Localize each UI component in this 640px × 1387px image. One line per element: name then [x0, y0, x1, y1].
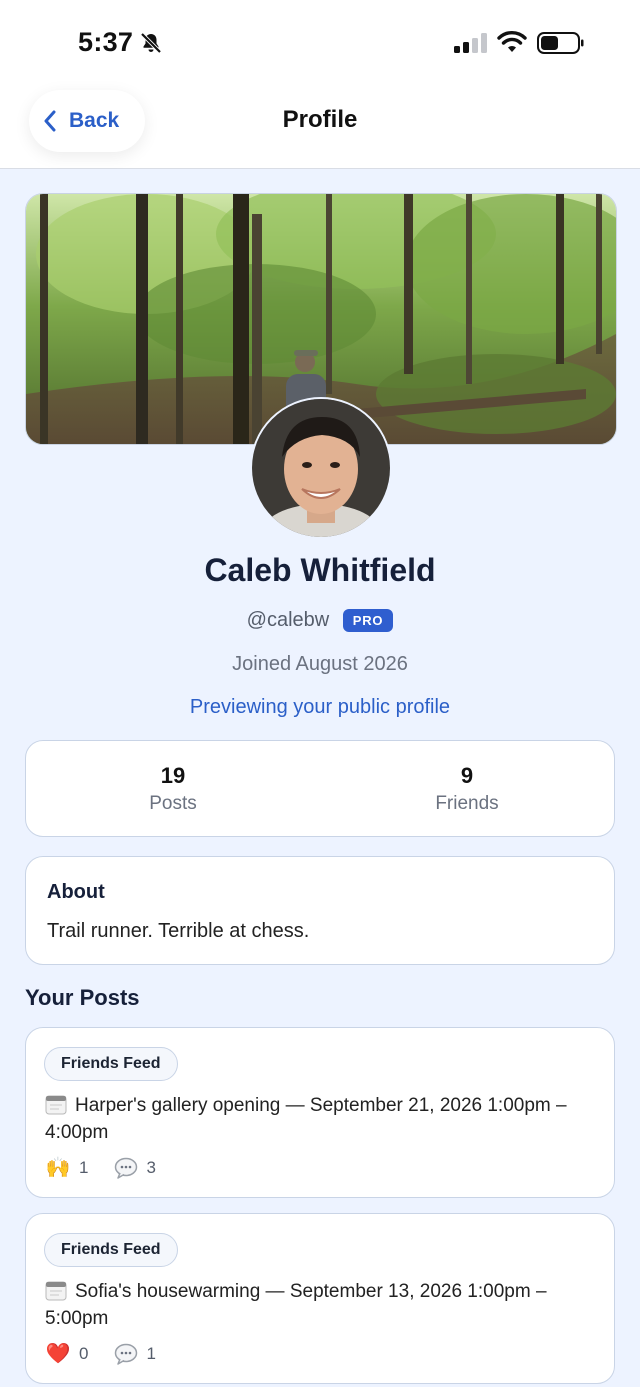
reaction-count: 0 — [79, 1343, 89, 1363]
post-card[interactable]: Friends Feed Sofia's housewarming — Sept… — [25, 1213, 615, 1384]
bell-muted-icon — [140, 32, 162, 54]
about-text: Trail runner. Terrible at chess. — [47, 920, 310, 942]
profile-name: Caleb Whitfield — [204, 552, 436, 588]
profile-handle: @calebw — [246, 609, 330, 632]
feed-chip[interactable]: Friends Feed — [44, 1047, 178, 1081]
pro-badge: PRO — [342, 609, 394, 633]
comment-count: 3 — [146, 1157, 156, 1177]
about-title: About — [47, 881, 105, 903]
calendar-icon — [45, 1095, 67, 1115]
stat-posts-value: 19 — [160, 763, 186, 788]
comment-count: 1 — [146, 1343, 156, 1363]
battery-icon — [537, 32, 584, 54]
stat-friends[interactable]: 9 Friends — [320, 763, 614, 815]
stat-posts[interactable]: 19 Posts — [26, 763, 320, 815]
heart-icon[interactable]: ❤️ — [45, 1341, 71, 1366]
stats-card: 19 Posts 9 Friends — [25, 740, 615, 837]
reaction-count: 1 — [79, 1157, 89, 1177]
calendar-icon — [45, 1281, 67, 1301]
wifi-icon — [497, 31, 527, 52]
post-text: Sofia's housewarming — September 13, 202… — [45, 1278, 595, 1332]
stat-friends-value: 9 — [460, 763, 474, 788]
cellular-signal-icon — [454, 33, 487, 53]
raised-hands-icon[interactable]: 🙌 — [45, 1155, 71, 1180]
page-title: Profile — [282, 106, 358, 133]
stat-friends-label: Friends — [435, 793, 499, 814]
joined-date: Joined August 2026 — [232, 653, 408, 675]
about-card: About Trail runner. Terrible at chess. — [25, 856, 615, 965]
post-reactions: 🙌 1 3 — [45, 1155, 182, 1180]
avatar — [250, 397, 392, 539]
your-posts-heading: Your Posts — [25, 985, 140, 1010]
post-text: Harper's gallery opening — September 21,… — [45, 1092, 595, 1146]
nav-bar: Back Profile — [0, 88, 640, 169]
post-text-content: Sofia's housewarming — September 13, 202… — [45, 1281, 547, 1329]
post-reactions: ❤️ 0 1 — [45, 1341, 182, 1366]
post-text-content: Harper's gallery opening — September 21,… — [45, 1095, 567, 1143]
comment-icon[interactable] — [114, 1343, 138, 1365]
stat-posts-label: Posts — [149, 793, 197, 814]
status-bar: 5:37 — [0, 0, 640, 88]
preview-public-profile-link[interactable]: Previewing your public profile — [0, 696, 640, 719]
feed-chip[interactable]: Friends Feed — [44, 1233, 178, 1267]
handle-row: @calebw PRO — [0, 609, 640, 633]
status-time: 5:37 — [78, 27, 134, 57]
post-card[interactable]: Friends Feed Harper's gallery opening — … — [25, 1027, 615, 1198]
comment-icon[interactable] — [114, 1157, 138, 1179]
